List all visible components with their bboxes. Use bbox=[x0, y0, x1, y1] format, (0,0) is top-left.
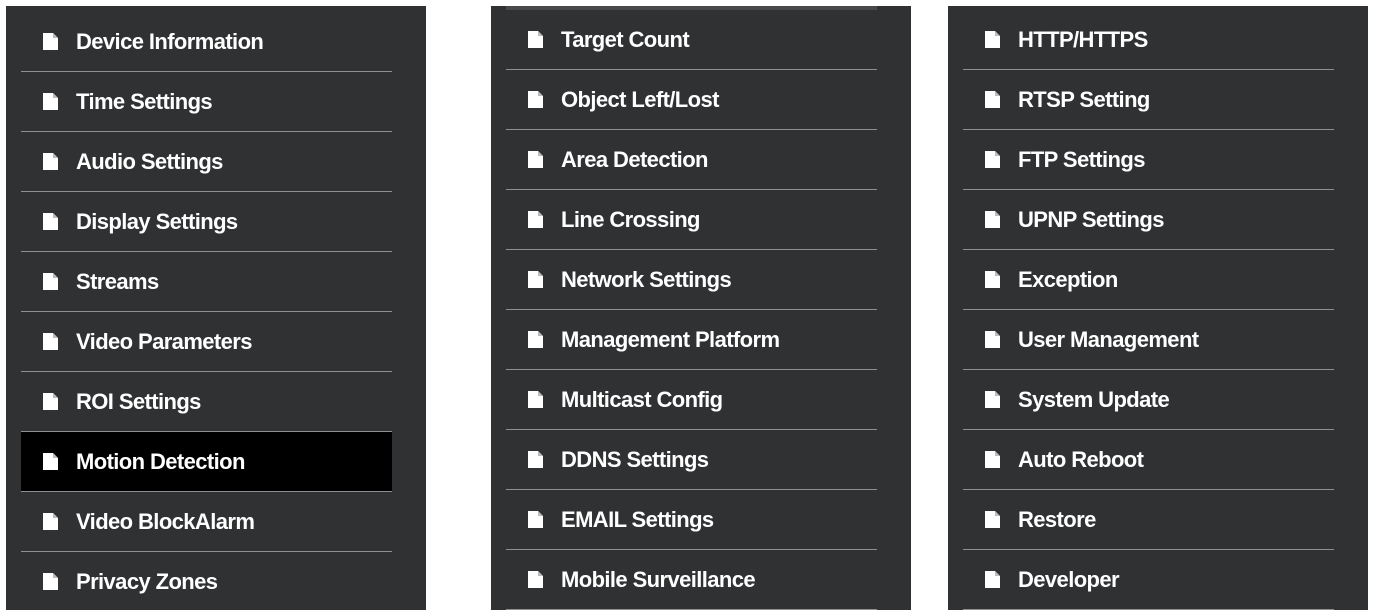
menu-item-video-parameters[interactable]: Video Parameters bbox=[21, 312, 392, 372]
menu-item-streams[interactable]: Streams bbox=[21, 252, 392, 312]
menu-item-mobile-surveillance[interactable]: Mobile Surveillance bbox=[506, 550, 877, 610]
document-icon bbox=[528, 451, 543, 468]
document-icon bbox=[985, 271, 1000, 288]
menu-item-object-left-lost[interactable]: Object Left/Lost bbox=[506, 70, 877, 130]
menu-item-label: Auto Reboot bbox=[1018, 446, 1144, 472]
menu-item-label: HTTP/HTTPS bbox=[1018, 26, 1148, 52]
document-icon bbox=[43, 333, 58, 350]
document-icon bbox=[985, 511, 1000, 528]
menu-item-multicast-config[interactable]: Multicast Config bbox=[506, 370, 877, 430]
menu-item-label: DDNS Settings bbox=[561, 446, 709, 472]
document-icon bbox=[43, 273, 58, 290]
menu-screenshot: Device Information Time Settings Audio S… bbox=[0, 0, 1374, 610]
document-icon bbox=[43, 453, 58, 470]
menu-item-rtsp-setting[interactable]: RTSP Setting bbox=[963, 70, 1334, 130]
menu-item-label: Video Parameters bbox=[76, 328, 252, 354]
document-icon bbox=[985, 91, 1000, 108]
menu-item-label: RTSP Setting bbox=[1018, 86, 1150, 112]
menu-item-label: Restore bbox=[1018, 506, 1096, 532]
menu-item-label: System Update bbox=[1018, 386, 1170, 412]
menu-item-network-settings[interactable]: Network Settings bbox=[506, 250, 877, 310]
menu-item-privacy-zones[interactable]: Privacy Zones bbox=[21, 552, 392, 610]
menu-item-label: Line Crossing bbox=[561, 206, 700, 232]
menu-item-video-blockalarm[interactable]: Video BlockAlarm bbox=[21, 492, 392, 552]
document-icon bbox=[985, 151, 1000, 168]
menu-item-time-settings[interactable]: Time Settings bbox=[21, 72, 392, 132]
document-icon bbox=[985, 571, 1000, 588]
menu-item-email-settings[interactable]: EMAIL Settings bbox=[506, 490, 877, 550]
settings-menu-list-3: HTTP/HTTPS RTSP Setting FTP Settings UPN… bbox=[963, 10, 1334, 610]
document-icon bbox=[528, 91, 543, 108]
document-icon bbox=[43, 153, 58, 170]
menu-item-label: Video BlockAlarm bbox=[76, 508, 255, 534]
menu-item-label: Management Platform bbox=[561, 326, 780, 352]
menu-item-system-update[interactable]: System Update bbox=[963, 370, 1334, 430]
document-icon bbox=[43, 33, 58, 50]
menu-item-label: FTP Settings bbox=[1018, 146, 1145, 172]
menu-item-label: UPNP Settings bbox=[1018, 206, 1164, 232]
document-icon bbox=[985, 331, 1000, 348]
menu-item-label: Motion Detection bbox=[76, 448, 245, 474]
menu-item-device-information[interactable]: Device Information bbox=[21, 12, 392, 72]
menu-item-label: EMAIL Settings bbox=[561, 506, 714, 532]
menu-item-label: Mobile Surveillance bbox=[561, 566, 756, 592]
menu-item-audio-settings[interactable]: Audio Settings bbox=[21, 132, 392, 192]
menu-item-label: ROI Settings bbox=[76, 388, 201, 414]
document-icon bbox=[528, 331, 543, 348]
menu-item-developer[interactable]: Developer bbox=[963, 550, 1334, 610]
settings-menu-list-2: Target Count Object Left/Lost Area Detec… bbox=[506, 10, 877, 610]
menu-item-label: Privacy Zones bbox=[76, 568, 218, 594]
document-icon bbox=[985, 211, 1000, 228]
menu-item-label: Audio Settings bbox=[76, 148, 223, 174]
settings-menu-panel-1: Device Information Time Settings Audio S… bbox=[6, 6, 426, 610]
document-icon bbox=[528, 211, 543, 228]
menu-item-auto-reboot[interactable]: Auto Reboot bbox=[963, 430, 1334, 490]
menu-item-upnp-settings[interactable]: UPNP Settings bbox=[963, 190, 1334, 250]
menu-item-label: Target Count bbox=[561, 26, 690, 52]
menu-item-display-settings[interactable]: Display Settings bbox=[21, 192, 392, 252]
menu-item-motion-detection[interactable]: Motion Detection bbox=[21, 432, 392, 492]
document-icon bbox=[528, 271, 543, 288]
menu-item-label: Exception bbox=[1018, 266, 1118, 292]
menu-item-label: Device Information bbox=[76, 28, 264, 54]
menu-item-label: Display Settings bbox=[76, 208, 238, 234]
settings-menu-list-1: Device Information Time Settings Audio S… bbox=[21, 12, 392, 610]
settings-menu-panel-2: Target Count Object Left/Lost Area Detec… bbox=[491, 6, 911, 610]
menu-item-label: Time Settings bbox=[76, 88, 213, 114]
menu-item-target-count[interactable]: Target Count bbox=[506, 10, 877, 70]
document-icon bbox=[43, 213, 58, 230]
menu-item-user-management[interactable]: User Management bbox=[963, 310, 1334, 370]
menu-item-roi-settings[interactable]: ROI Settings bbox=[21, 372, 392, 432]
menu-item-label: Developer bbox=[1018, 566, 1120, 592]
menu-item-label: Multicast Config bbox=[561, 386, 723, 412]
document-icon bbox=[985, 31, 1000, 48]
document-icon bbox=[43, 393, 58, 410]
menu-item-ddns-settings[interactable]: DDNS Settings bbox=[506, 430, 877, 490]
document-icon bbox=[528, 571, 543, 588]
document-icon bbox=[985, 391, 1000, 408]
menu-item-restore[interactable]: Restore bbox=[963, 490, 1334, 550]
document-icon bbox=[43, 93, 58, 110]
menu-item-area-detection[interactable]: Area Detection bbox=[506, 130, 877, 190]
menu-item-exception[interactable]: Exception bbox=[963, 250, 1334, 310]
menu-item-line-crossing[interactable]: Line Crossing bbox=[506, 190, 877, 250]
menu-item-http-https[interactable]: HTTP/HTTPS bbox=[963, 10, 1334, 70]
menu-item-management-platform[interactable]: Management Platform bbox=[506, 310, 877, 370]
document-icon bbox=[528, 151, 543, 168]
document-icon bbox=[528, 31, 543, 48]
settings-menu-panel-3: HTTP/HTTPS RTSP Setting FTP Settings UPN… bbox=[948, 6, 1368, 610]
menu-item-label: User Management bbox=[1018, 326, 1199, 352]
document-icon bbox=[528, 391, 543, 408]
document-icon bbox=[43, 513, 58, 530]
menu-item-label: Object Left/Lost bbox=[561, 86, 719, 112]
menu-item-label: Network Settings bbox=[561, 266, 732, 292]
menu-item-label: Streams bbox=[76, 268, 159, 294]
menu-item-ftp-settings[interactable]: FTP Settings bbox=[963, 130, 1334, 190]
document-icon bbox=[985, 451, 1000, 468]
menu-item-label: Area Detection bbox=[561, 146, 708, 172]
document-icon bbox=[528, 511, 543, 528]
document-icon bbox=[43, 573, 58, 590]
